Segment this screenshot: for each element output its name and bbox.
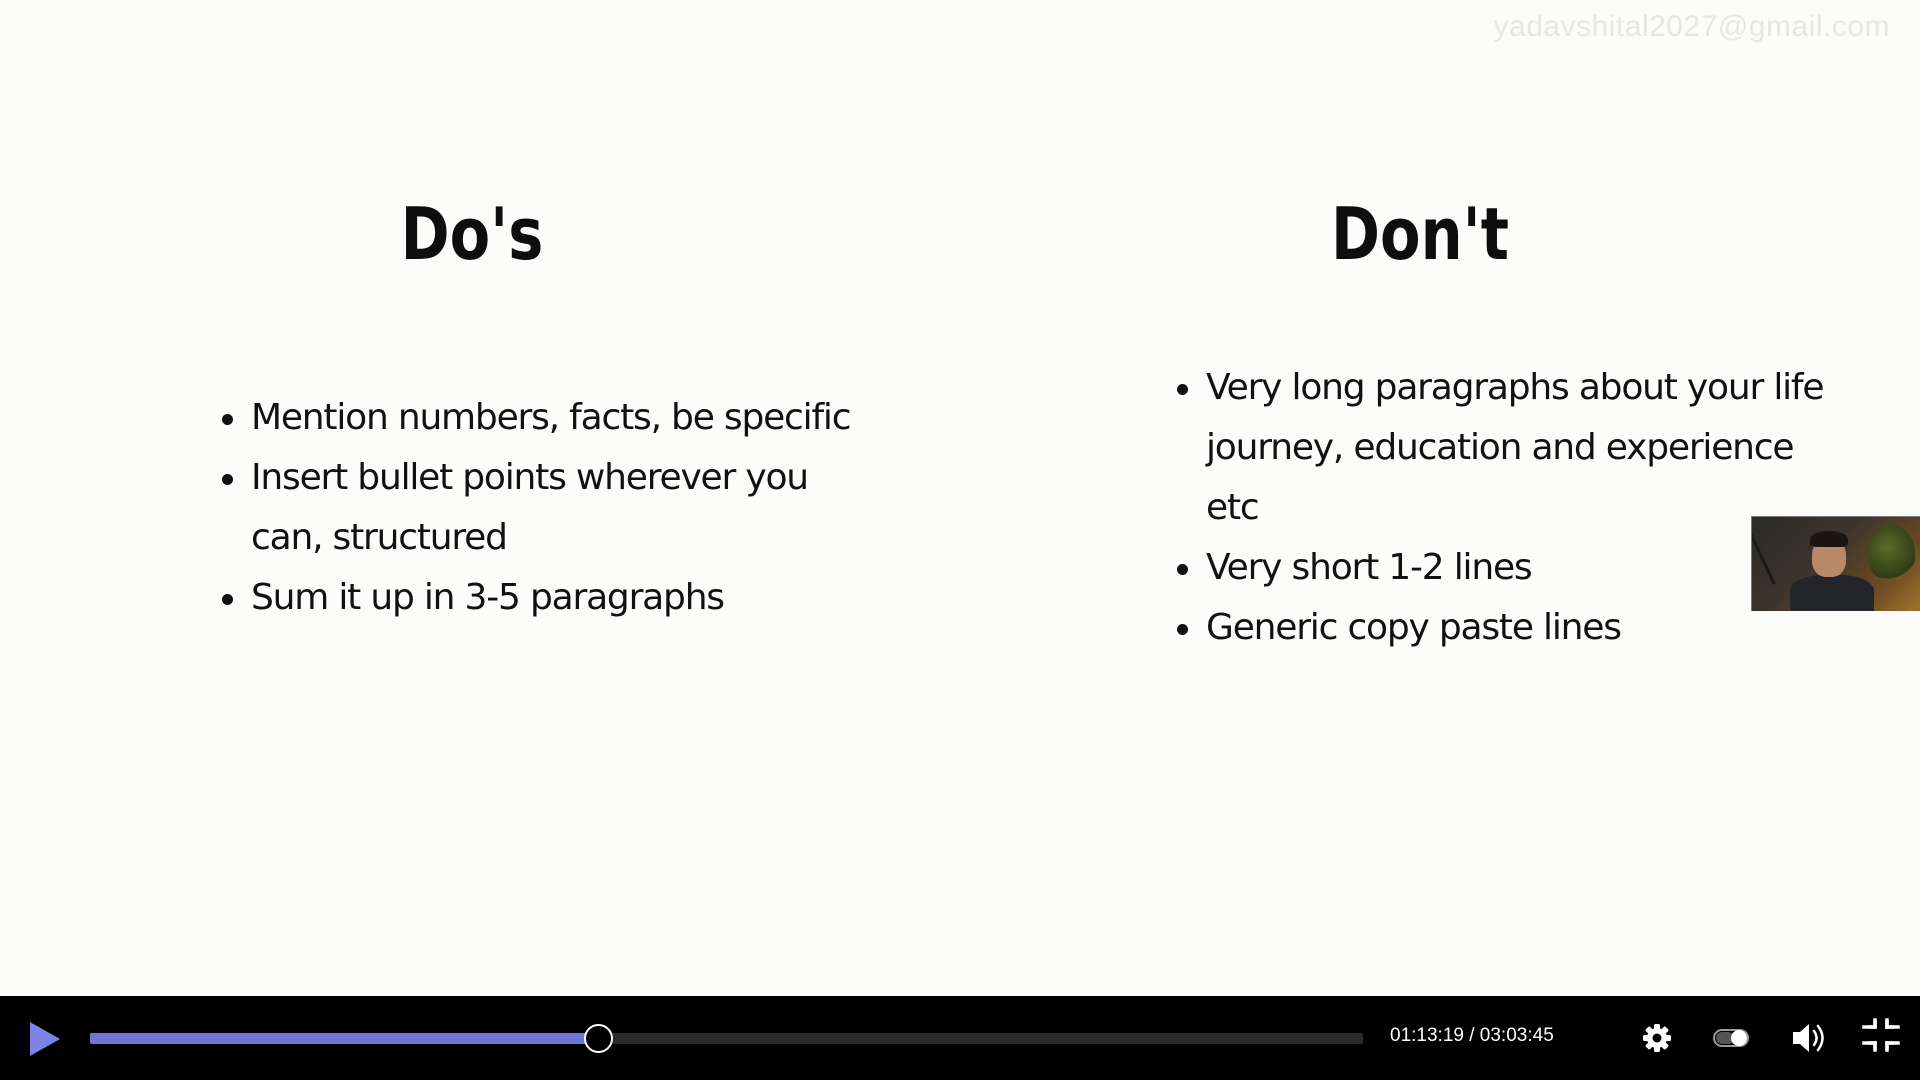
bullet-line: Generic copy paste lines [1206,607,1622,648]
play-button[interactable] [26,1018,66,1058]
bullet-dot [1177,384,1188,395]
bullet-line: Insert bullet points wherever you [251,457,809,498]
dos-heading: Do's [400,192,544,276]
video-player-page: yadavshital2027@gmail.com Do's Don't Men… [0,0,1920,1080]
bullet-dot [222,414,233,425]
settings-button[interactable] [1634,1018,1680,1058]
email-watermark: yadavshital2027@gmail.com [1493,10,1890,43]
lamp-shape [1752,529,1776,585]
exit-fullscreen-button[interactable] [1858,1018,1904,1058]
dos-list: Mention numbers, facts, be specific Inser… [222,388,882,628]
bullet-item: Very short 1-2 lines [1177,538,1837,598]
seek-bar-progress [90,1033,598,1044]
bullet-item: Very long paragraphs about your life jour… [1177,358,1837,538]
toggle-icon [1713,1029,1749,1047]
toggle-switch-button[interactable] [1708,1018,1754,1058]
bullet-dot [1177,564,1188,575]
presenter-webcam-thumbnail [1751,516,1920,611]
donts-list: Very long paragraphs about your life jour… [1177,358,1837,658]
speaker-icon [1793,1024,1824,1052]
donts-heading: Don't [1331,192,1509,276]
bullet-item: Generic copy paste lines [1177,598,1837,658]
gear-icon [1643,1024,1671,1052]
volume-button[interactable] [1787,1018,1833,1058]
presenter-body-shape [1790,575,1874,611]
bullet-line: Sum it up in 3-5 paragraphs [251,577,725,618]
bullet-item: Mention numbers, facts, be specific [222,388,882,448]
plant-shape [1869,525,1915,581]
bullet-dot [1177,624,1188,635]
seek-bar[interactable] [90,1024,1363,1053]
time-display: 01:13:19 / 03:03:45 [1390,1025,1554,1046]
bullet-line: can, structured [251,517,508,558]
bullet-line: Mention numbers, facts, be specific [251,397,852,438]
seek-bar-handle[interactable] [583,1024,613,1053]
bullet-dot [222,594,233,605]
exit-fullscreen-icon [1862,1018,1900,1052]
play-icon [30,1022,60,1056]
bullet-line: etc [1206,487,1260,528]
presentation-slide[interactable]: yadavshital2027@gmail.com Do's Don't Men… [0,0,1920,996]
bullet-line: Very long paragraphs about your life [1206,367,1825,408]
bullet-line: journey, education and experience [1206,427,1795,468]
bullet-line: Very short 1-2 lines [1206,547,1533,588]
bullet-item: Sum it up in 3-5 paragraphs [222,568,882,628]
presenter-hair-shape [1810,531,1848,547]
bullet-dot [222,474,233,485]
bullet-item: Insert bullet points wherever you can, st… [222,448,882,568]
